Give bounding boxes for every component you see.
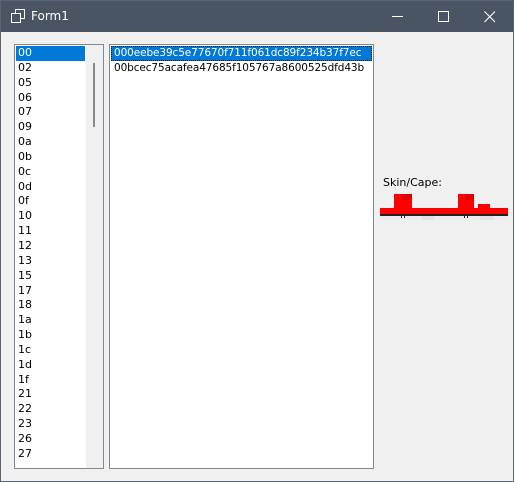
ids-listbox[interactable]: 00 02 05 06 07 09 0a 0b 0c 0d 0f 10 11 12 13 15 17 18 1a 1b… [14, 44, 104, 469]
ids-list-item[interactable]: 23 [16, 417, 85, 432]
ids-list-item[interactable]: 22 [16, 402, 85, 417]
hash-list-item[interactable]: 00bcec75acafea47685f105767a8600525dfd43b [111, 61, 372, 76]
maximize-button[interactable] [421, 1, 467, 32]
ids-list-item[interactable]: 06 [16, 91, 85, 106]
ids-list-item[interactable]: 0f [16, 194, 85, 209]
ids-list-item[interactable]: 0d [16, 180, 85, 195]
ids-list-item[interactable]: 12 [16, 239, 85, 254]
ids-list-item[interactable]: 05 [16, 76, 85, 91]
ids-list-item[interactable]: 09 [16, 120, 85, 135]
ids-list-item[interactable]: 1b [16, 328, 85, 343]
scrollbar-thumb[interactable] [93, 63, 95, 127]
ids-list-item[interactable]: 1c [16, 343, 85, 358]
ids-list-item[interactable]: 02 [16, 61, 85, 76]
ids-list-item[interactable]: 26 [16, 432, 85, 447]
ids-list-item[interactable]: 21 [16, 387, 85, 402]
minimize-icon [392, 16, 403, 17]
ids-list-item[interactable]: 1a [16, 313, 85, 328]
minimize-button[interactable] [375, 1, 421, 32]
app-icon [11, 9, 25, 23]
ids-list-items: 00 02 05 06 07 09 0a 0b 0c 0d 0f 10 11 12 13 15 17 18 1a 1b… [16, 46, 85, 462]
hashes-listbox[interactable]: 000eebe39c5e77670f711f061dc89f234b37f7ec… [109, 44, 374, 469]
ids-list-item[interactable]: 13 [16, 254, 85, 269]
hashes-list-items: 000eebe39c5e77670f711f061dc89f234b37f7ec… [111, 46, 372, 76]
ids-list-item[interactable]: 27 [16, 447, 85, 462]
title-bar[interactable]: Form1 [1, 1, 513, 32]
skin-cape-label: Skin/Cape: [383, 176, 442, 189]
close-button[interactable] [467, 1, 513, 32]
ids-listbox-scrollbar[interactable] [86, 45, 103, 468]
ids-list-item[interactable]: 00 [16, 46, 85, 61]
window: Form1 00 02 05 06 07 09 0a 0b 0c 0d 0f 10 11 12 13 15 17… [0, 0, 514, 482]
ids-list-item[interactable]: 0b [16, 150, 85, 165]
ids-list-item[interactable]: 1d [16, 358, 85, 373]
hash-list-item[interactable]: 000eebe39c5e77670f711f061dc89f234b37f7ec [111, 46, 372, 61]
client-area: 00 02 05 06 07 09 0a 0b 0c 0d 0f 10 11 12 13 15 17 18 1a 1b… [1, 32, 513, 481]
ids-list-item[interactable]: 1f [16, 373, 85, 388]
ids-list-item[interactable]: 10 [16, 209, 85, 224]
skin-cape-preview [380, 194, 508, 220]
ids-list-item[interactable]: 17 [16, 284, 85, 299]
ids-list-item[interactable]: 11 [16, 224, 85, 239]
ids-list-item[interactable]: 0c [16, 165, 85, 180]
ids-list-item[interactable]: 0a [16, 135, 85, 150]
ids-list-item[interactable]: 15 [16, 269, 85, 284]
ids-list-item[interactable]: 18 [16, 298, 85, 313]
ids-list-item[interactable]: 07 [16, 105, 85, 120]
window-title: Form1 [31, 9, 69, 23]
close-icon [484, 11, 496, 23]
maximize-icon [438, 11, 449, 22]
